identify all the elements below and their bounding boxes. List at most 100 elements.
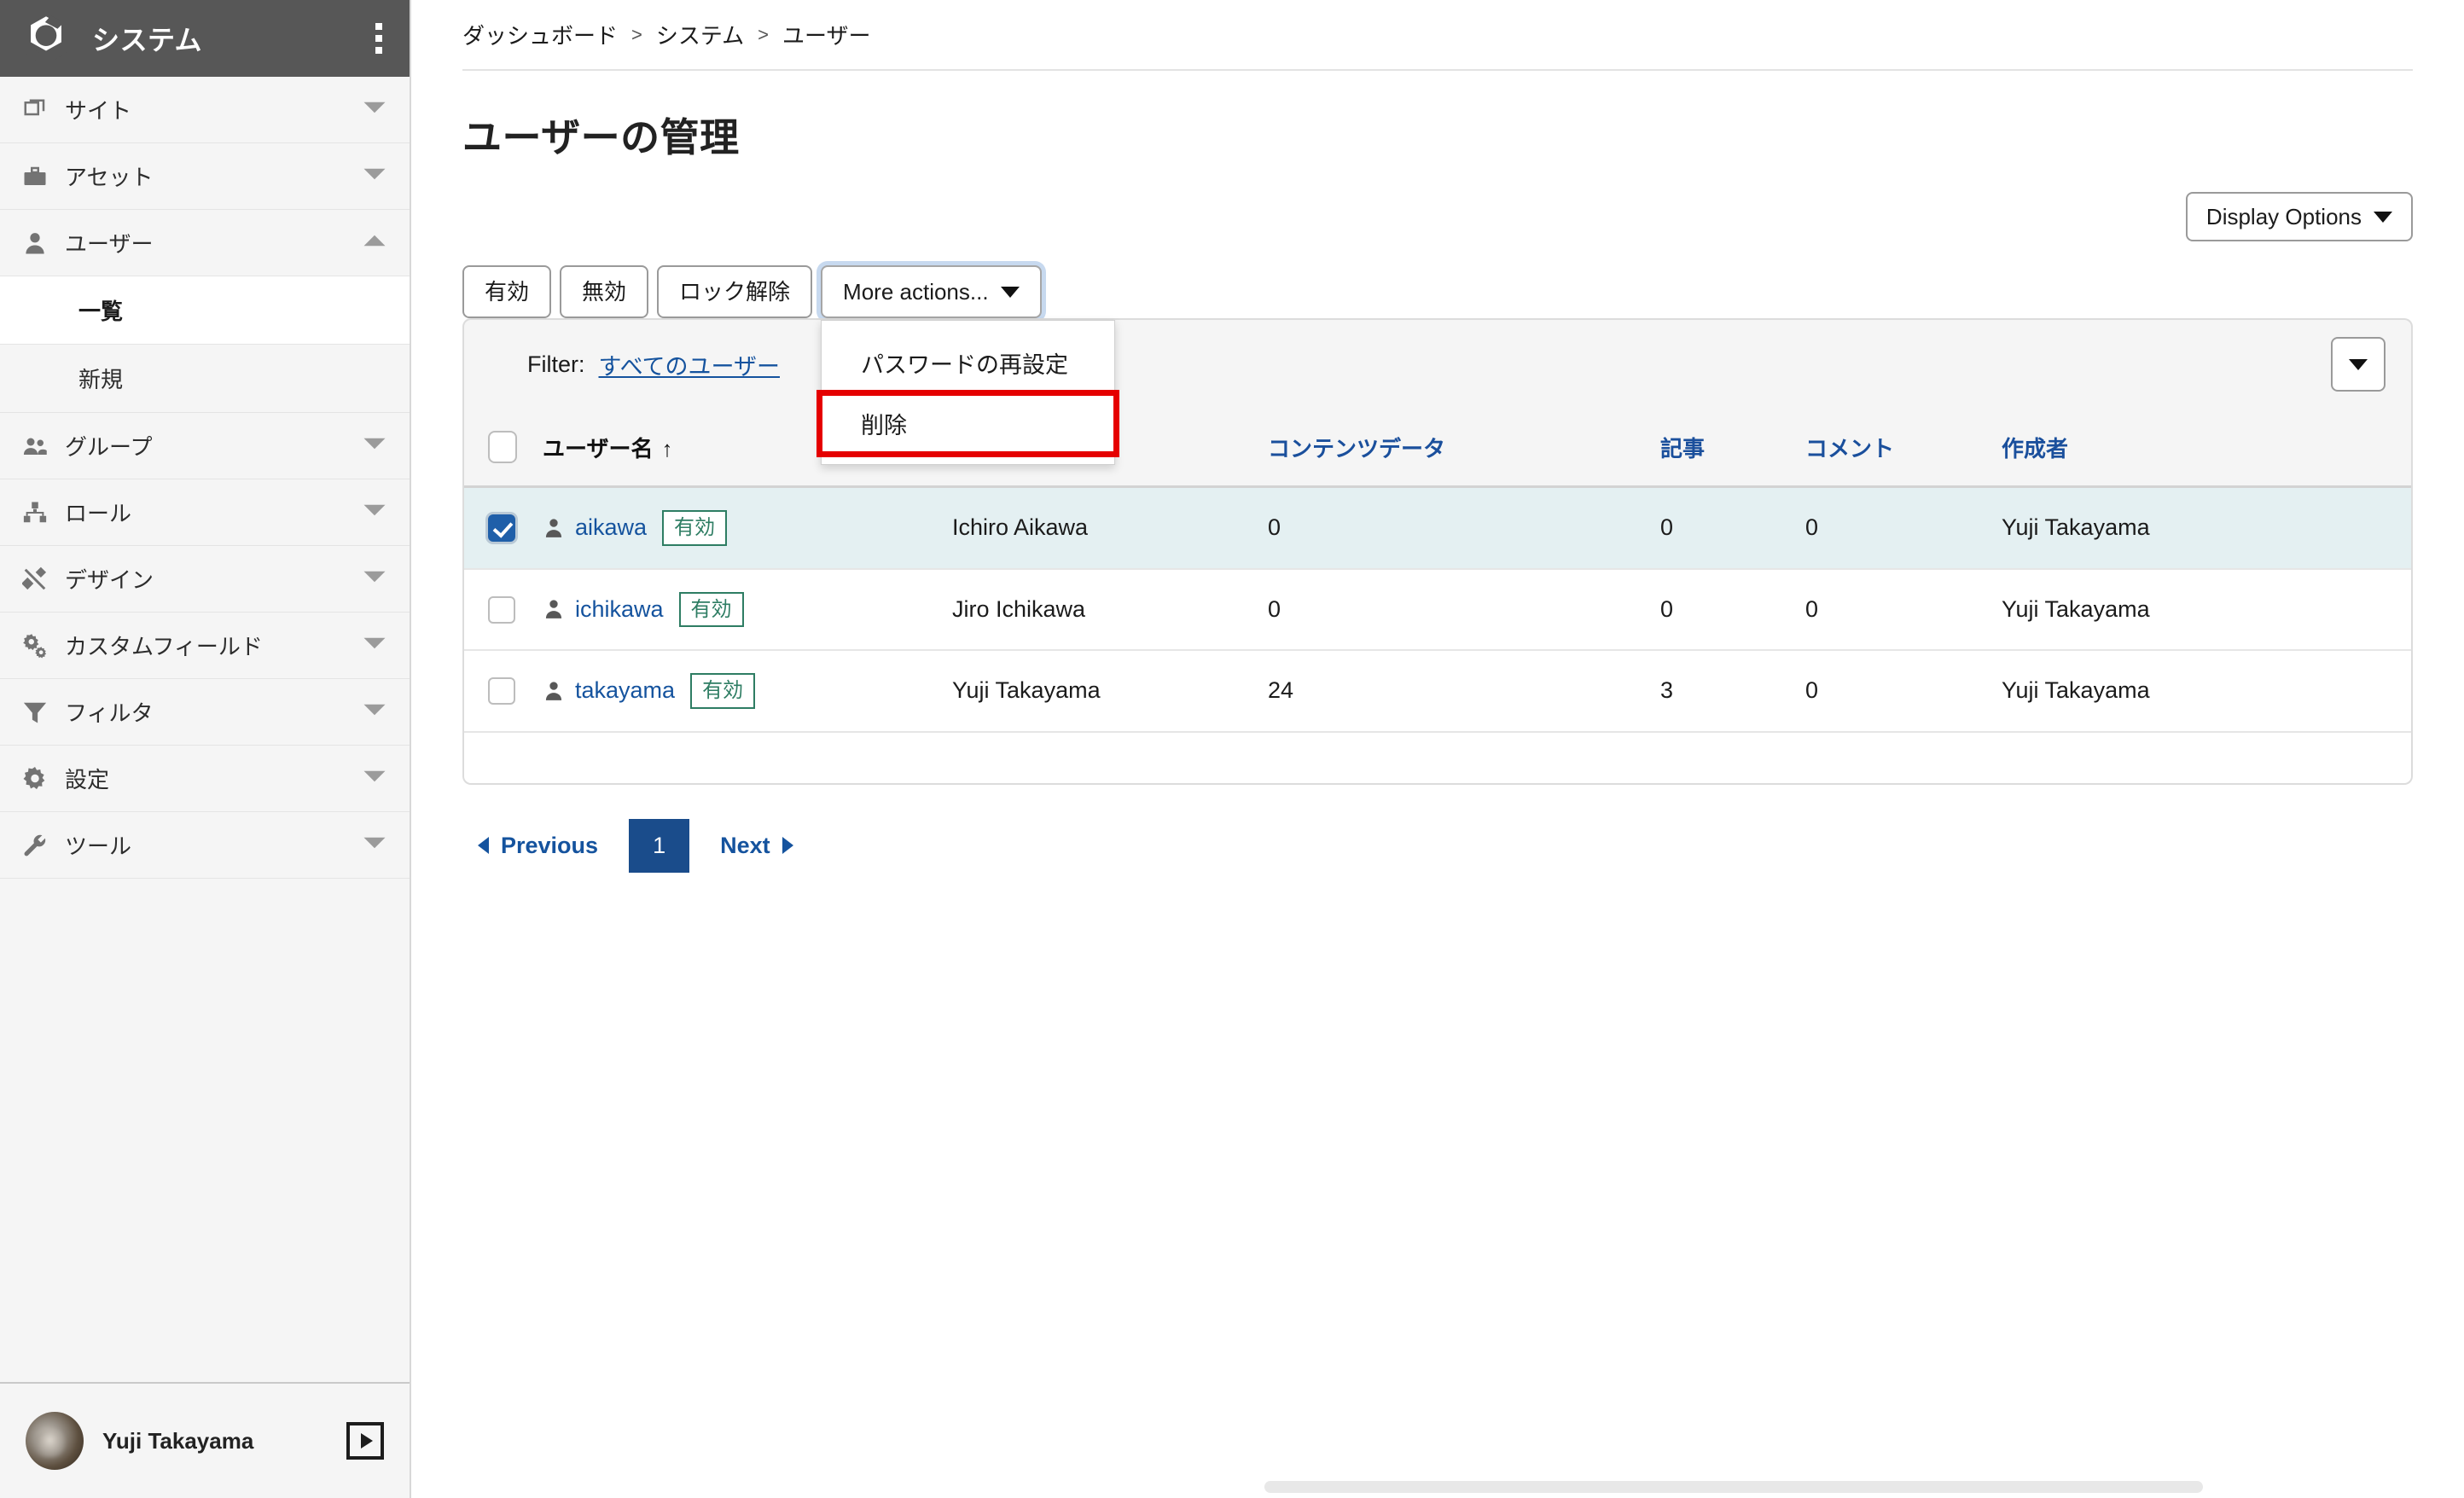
sidebar-item-tools[interactable]: ツール (0, 812, 410, 879)
chevron-down-icon[interactable] (362, 166, 387, 186)
table-row[interactable]: takayama 有効 Yuji Takayama 24 3 0 Yuji Ta… (464, 650, 2411, 733)
play-box-icon[interactable] (346, 1422, 384, 1460)
sidebar-item-filter[interactable]: フィルタ (0, 679, 410, 746)
username-link[interactable]: aikawa (575, 514, 647, 541)
select-all-checkbox[interactable] (488, 431, 517, 463)
sidebar-item-assets[interactable]: アセット (0, 143, 410, 210)
sidebar-label: カスタムフィールド (65, 634, 263, 659)
more-actions-button[interactable]: More actions... (821, 265, 1042, 318)
sidebar-item-custom-fields[interactable]: カスタムフィールド (0, 613, 410, 679)
chevron-down-icon (2349, 358, 2368, 370)
unlock-button[interactable]: ロック解除 (657, 265, 813, 318)
pagination-next[interactable]: Next (705, 821, 809, 871)
disable-button[interactable]: 無効 (560, 265, 649, 318)
sidebar-item-design[interactable]: デザイン (0, 546, 410, 613)
app-root: システム サイト アセット ユーザー 一覧 新規 グループ ロール デザイン カ… (0, 0, 2464, 1498)
table-row[interactable]: aikawa 有効 Ichiro Aikawa 0 0 0 Yuji Takay… (464, 486, 2411, 570)
page-title: ユーザーの管理 (462, 115, 740, 160)
sidebar-subitem-new[interactable]: 新規 (0, 345, 410, 413)
display-options-button[interactable]: Display Options (2185, 192, 2413, 241)
sidebar-item-groups[interactable]: グループ (0, 413, 410, 479)
avatar (26, 1412, 84, 1470)
chevron-down-icon[interactable] (362, 636, 387, 655)
username-link[interactable]: takayama (575, 677, 675, 704)
row-creator-cell: Yuji Takayama (2002, 486, 2411, 570)
chevron-down-icon[interactable] (362, 769, 387, 788)
design-icon (22, 566, 60, 592)
display-options-row: Display Options (411, 192, 2464, 241)
chevron-down-icon[interactable] (362, 702, 387, 722)
enable-button[interactable]: 有効 (462, 265, 552, 318)
breadcrumb-separator: > (631, 23, 642, 45)
status-badge: 有効 (662, 510, 728, 546)
users-table-head: ユーザー名↑ 表示名 コンテンツデータ 記事 コメント 作成者 (464, 409, 2411, 488)
sort-ascending-icon: ↑ (661, 435, 673, 462)
menu-item-reset-password[interactable]: パスワードの再設定 (822, 334, 1114, 392)
row-creator-cell: Yuji Takayama (2002, 650, 2411, 733)
sidebar-item-roles[interactable]: ロール (0, 479, 410, 546)
row-checkbox[interactable] (488, 677, 515, 705)
display-options-label: Display Options (2205, 204, 2362, 229)
status-badge: 有効 (678, 591, 744, 628)
chevron-down-icon (1000, 286, 1020, 298)
breadcrumb: ダッシュボード > システム > ユーザー (462, 19, 2413, 71)
sidebar-sublabel: 一覧 (78, 299, 124, 324)
pagination-previous[interactable]: Previous (462, 821, 613, 871)
breadcrumb-wrapper: ダッシュボード > システム > ユーザー (411, 0, 2464, 71)
row-articles-cell: 0 (1660, 568, 1805, 652)
more-actions-wrapper: More actions... パスワードの再設定 削除 (816, 265, 1120, 465)
menu-item-delete[interactable]: 削除 (816, 390, 1120, 457)
chevron-down-icon[interactable] (362, 502, 387, 522)
more-actions-label: More actions... (843, 279, 989, 305)
chevron-up-icon[interactable] (362, 233, 387, 253)
breadcrumb-item-system[interactable]: システム (656, 19, 744, 50)
header-creator[interactable]: 作成者 (2002, 409, 2411, 488)
filter-funnel-icon (22, 700, 60, 725)
row-username-cell: takayama 有効 (543, 650, 952, 733)
header-username-label: ユーザー名 (543, 435, 654, 462)
sites-icon (22, 97, 60, 123)
chevron-down-icon (2374, 211, 2392, 223)
filter-bar: Filter: すべてのユーザー (462, 318, 2413, 409)
row-displayname-cell: Jiro Ichikawa (952, 568, 1268, 652)
users-table: ユーザー名↑ 表示名 コンテンツデータ 記事 コメント 作成者 (464, 409, 2411, 783)
sidebar-label: サイト (65, 98, 132, 124)
row-comments-cell: 0 (1805, 486, 2002, 570)
table-row[interactable]: ichikawa 有効 Jiro Ichikawa 0 0 0 Yuji Tak… (464, 568, 2411, 652)
header-articles[interactable]: 記事 (1660, 409, 1805, 488)
chevron-down-icon[interactable] (362, 100, 387, 119)
kebab-menu-icon[interactable] (370, 18, 387, 59)
header-comments[interactable]: コメント (1805, 409, 2002, 488)
chevron-down-icon[interactable] (362, 436, 387, 456)
user-icon (543, 598, 565, 620)
pagination-page-1[interactable]: 1 (629, 818, 690, 873)
header-content-data[interactable]: コンテンツデータ (1268, 409, 1660, 488)
sidebar-item-sites[interactable]: サイト (0, 77, 410, 143)
header-select-all (464, 409, 543, 488)
horizontal-scrollbar[interactable] (1264, 1481, 2203, 1493)
chevron-right-icon (782, 837, 793, 855)
chevron-down-icon[interactable] (362, 569, 387, 589)
user-icon (543, 680, 565, 702)
sidebar-header: システム (0, 0, 410, 77)
filter-value-link[interactable]: すべてのユーザー (599, 348, 781, 381)
chevron-down-icon[interactable] (362, 835, 387, 855)
chevron-left-icon (478, 837, 489, 855)
sidebar-subitem-list[interactable]: 一覧 (0, 276, 410, 345)
filter-dropdown-button[interactable] (2331, 337, 2386, 392)
pagination-next-label: Next (720, 832, 770, 858)
bulk-actions-toolbar: 有効 無効 ロック解除 More actions... パスワードの再設定 削除 (462, 265, 2464, 465)
row-checkbox[interactable] (488, 595, 515, 624)
more-actions-dropdown-menu: パスワードの再設定 削除 (816, 320, 1120, 465)
sidebar-label: ロール (65, 501, 132, 526)
breadcrumb-item-users[interactable]: ユーザー (782, 19, 870, 50)
sidebar-item-settings[interactable]: 設定 (0, 746, 410, 812)
username-link[interactable]: ichikawa (575, 596, 664, 623)
users-table-wrapper: ユーザー名↑ 表示名 コンテンツデータ 記事 コメント 作成者 (462, 409, 2413, 785)
row-comments-cell: 0 (1805, 650, 2002, 733)
sidebar-footer: Yuji Takayama (0, 1382, 410, 1498)
row-checkbox[interactable] (488, 514, 515, 543)
sidebar-item-users[interactable]: ユーザー (0, 210, 410, 276)
row-content-cell: 0 (1268, 568, 1660, 652)
breadcrumb-item-dashboard[interactable]: ダッシュボード (462, 19, 618, 50)
